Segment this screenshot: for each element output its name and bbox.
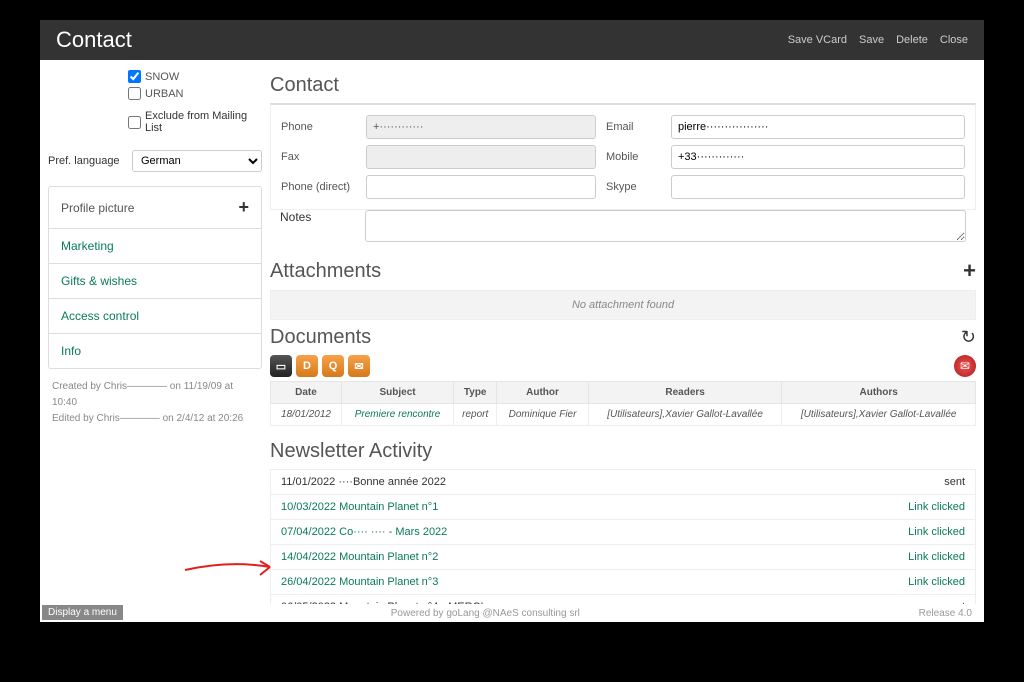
email-label: Email [606,121,661,133]
newsletter-heading: Newsletter Activity [270,440,976,463]
marketing-section[interactable]: Marketing [49,229,261,263]
doc-mail-icon[interactable]: ✉ [954,355,976,377]
skype-label: Skype [606,181,661,193]
table-row[interactable]: 18/01/2012 Premiere rencontre report Dom… [271,404,976,426]
edited-by: Edited by Chris———— on 2/4/12 at 20:26 [52,411,258,427]
newsletter-row[interactable]: 26/04/2022 Mountain Planet n°3Link click… [271,570,975,595]
plus-icon: + [238,197,249,218]
col-readers[interactable]: Readers [588,382,782,404]
exclude-mailing-checkbox[interactable] [128,116,141,129]
exclude-mailing-label: Exclude from Mailing List [145,110,262,134]
doc-type-icon-3[interactable]: Q [322,355,344,377]
snow-label: SNOW [145,71,179,83]
doc-type-icon-1[interactable]: ▭ [270,355,292,377]
save-vcard-button[interactable]: Save VCard [788,34,847,46]
content: Contact Phone Email Fax Mobile Phone (di… [270,60,984,622]
col-date[interactable]: Date [271,382,342,404]
notes-textarea[interactable] [365,210,966,242]
powered-by: Powered by goLang @NAeS consulting srl [391,608,580,619]
created-by: Created by Chris———— on 11/19/09 at 10:4… [52,379,258,411]
doc-type-icon-2[interactable]: D [296,355,318,377]
col-authors[interactable]: Authors [782,382,976,404]
topbar-actions: Save VCard Save Delete Close [788,34,968,46]
snow-checkbox[interactable] [128,70,141,83]
menu-hint: Display a menu [42,605,123,620]
col-author[interactable]: Author [497,382,589,404]
refresh-icon[interactable]: ↻ [961,327,976,348]
phone-input[interactable] [366,115,596,139]
phone-direct-label: Phone (direct) [281,181,356,193]
newsletter-row[interactable]: 14/04/2022 Mountain Planet n°2Link click… [271,545,975,570]
doc-type-icon-4[interactable]: ✉ [348,355,370,377]
contact-form: Phone Email Fax Mobile Phone (direct) Sk… [270,103,976,210]
skype-input[interactable] [671,175,965,199]
newsletter-row[interactable]: 07/04/2022 Co···· ···· - Mars 2022Link c… [271,520,975,545]
fax-label: Fax [281,151,356,163]
document-toolbar: ▭ D Q ✉ ✉ [270,355,976,377]
col-type[interactable]: Type [454,382,497,404]
col-subject[interactable]: Subject [341,382,453,404]
delete-button[interactable]: Delete [896,34,928,46]
phone-direct-input[interactable] [366,175,596,199]
accordion: Profile picture+ Marketing Gifts & wishe… [48,186,262,369]
sidebar: SNOW URBAN Exclude from Mailing List Pre… [40,60,270,622]
email-input[interactable] [671,115,965,139]
attachments-empty: No attachment found [270,290,976,320]
urban-checkbox[interactable] [128,87,141,100]
newsletter-row[interactable]: 11/01/2022 ····Bonne année 2022sent [271,470,975,495]
save-button[interactable]: Save [859,34,884,46]
record-meta: Created by Chris———— on 11/19/09 at 10:4… [52,379,258,427]
documents-heading: Documents ↻ [270,326,976,349]
close-button[interactable]: Close [940,34,968,46]
newsletter-row[interactable]: 10/03/2022 Mountain Planet n°1Link click… [271,495,975,520]
page-title: Contact [56,27,788,53]
mobile-label: Mobile [606,151,661,163]
contact-heading: Contact [270,74,976,97]
newsletter-list: 11/01/2022 ····Bonne année 2022sent 10/0… [270,469,976,622]
urban-label: URBAN [145,88,184,100]
release-label: Release 4.0 [919,608,972,619]
info-section[interactable]: Info [49,334,261,368]
documents-table: Date Subject Type Author Readers Authors… [270,381,976,426]
pref-language-label: Pref. language [48,155,124,167]
access-control-section[interactable]: Access control [49,299,261,333]
footer: Powered by goLang @NAeS consulting srl R… [40,604,984,622]
gifts-section[interactable]: Gifts & wishes [49,264,261,298]
fax-input[interactable] [366,145,596,169]
attachments-heading: Attachments + [270,258,976,284]
notes-label: Notes [280,210,355,224]
phone-label: Phone [281,121,356,133]
mobile-input[interactable] [671,145,965,169]
profile-picture-section[interactable]: Profile picture+ [49,187,261,228]
topbar: Contact Save VCard Save Delete Close [40,20,984,60]
add-attachment-button[interactable]: + [963,258,976,284]
pref-language-select[interactable]: German [132,150,262,172]
